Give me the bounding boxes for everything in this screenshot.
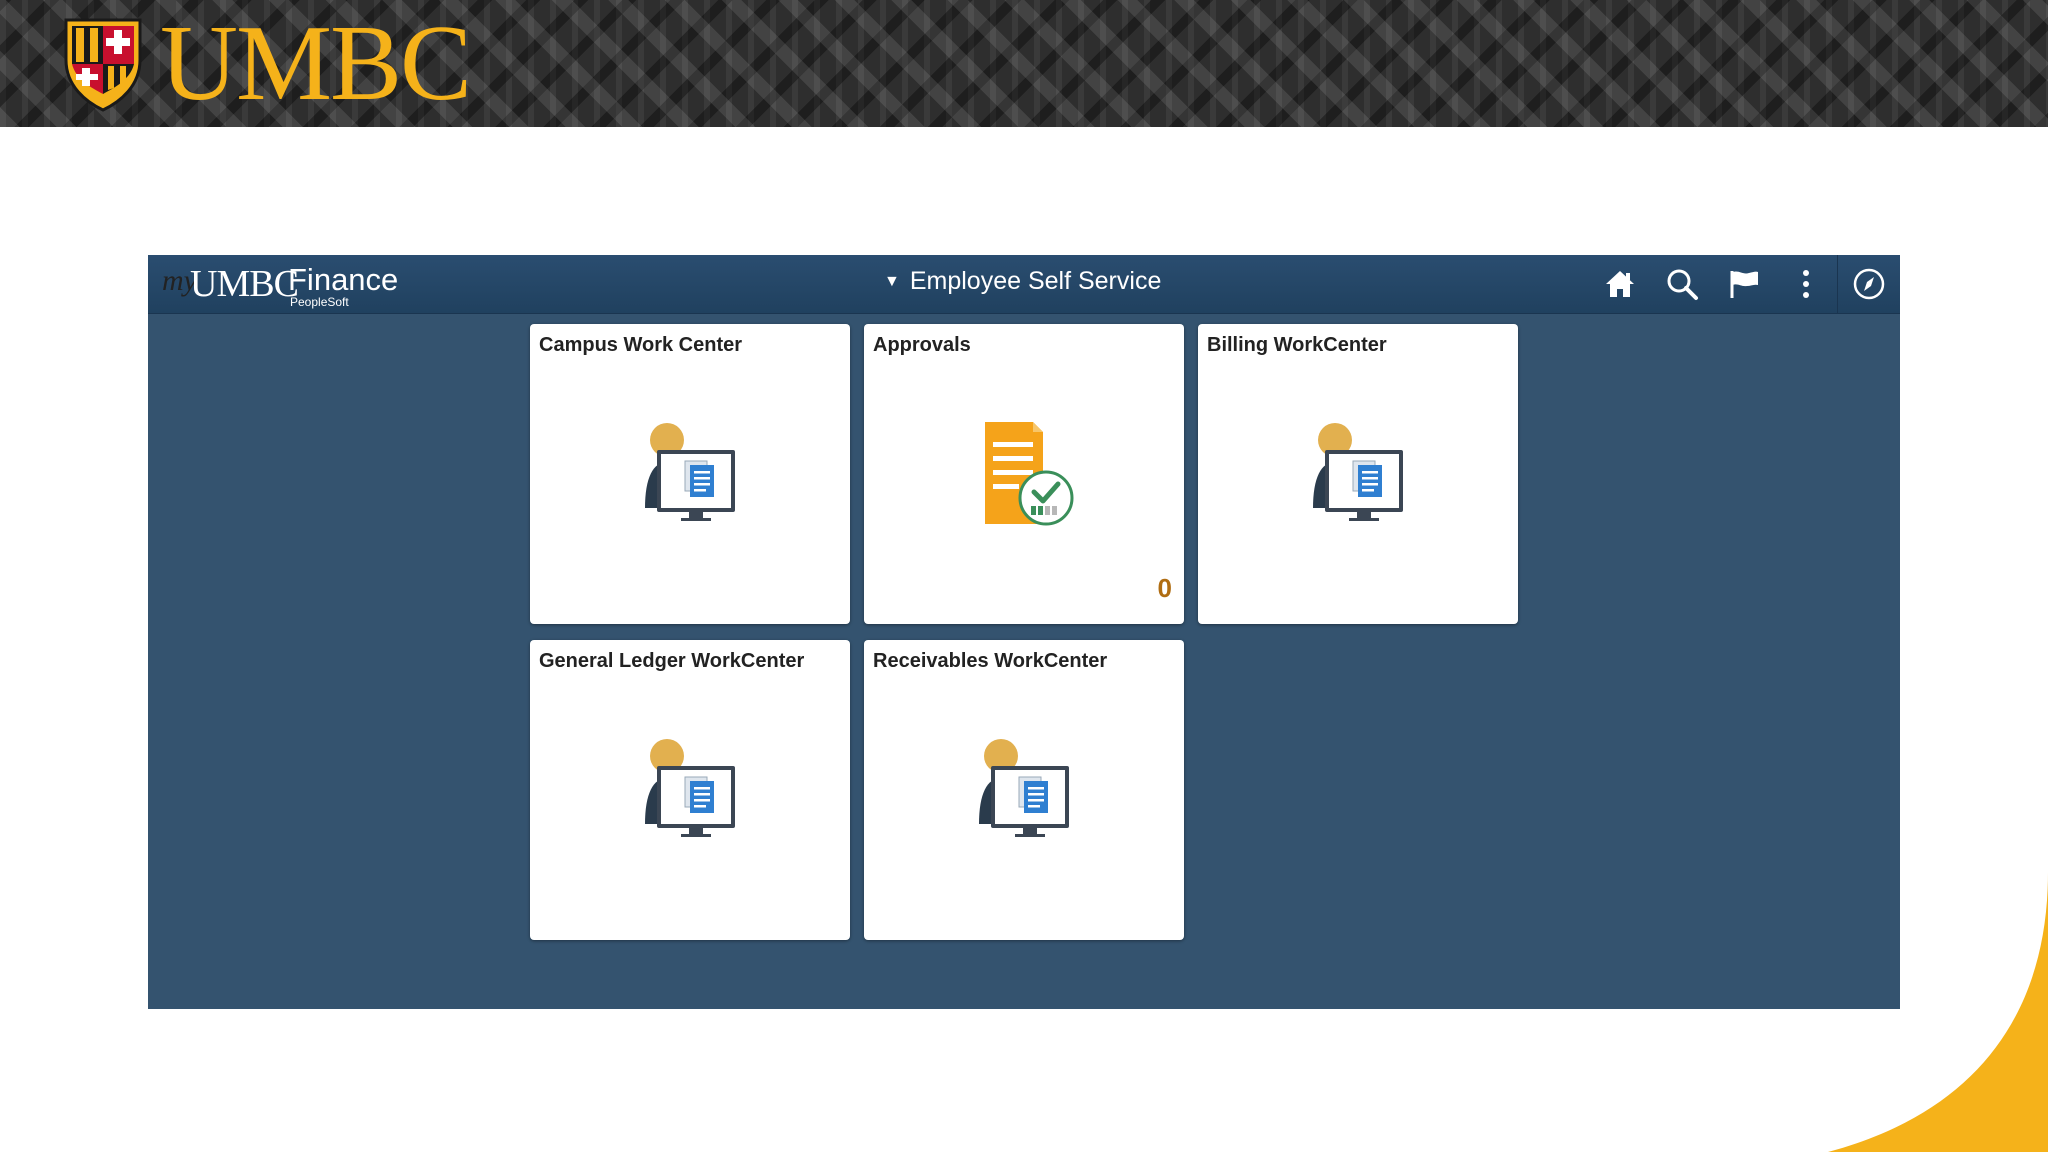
homepage-title: Employee Self Service	[909, 267, 1162, 295]
homepage-selector[interactable]: ▼ Employee Self Service	[884, 267, 1161, 296]
top-banner: UMBC	[0, 0, 2048, 127]
tile-general-ledger-workcenter[interactable]: General Ledger WorkCenter	[530, 640, 850, 940]
workcenter-person-monitor-icon	[645, 739, 735, 837]
search-icon	[1667, 269, 1698, 300]
brand-subtitle: PeopleSoft	[290, 295, 349, 309]
brand-name: UMBC	[190, 263, 299, 305]
caret-down-icon: ▼	[884, 272, 900, 290]
maryland-shield-icon	[64, 18, 142, 112]
finance-app-window: my UMBC Finance PeopleSoft ▼ Employee Se…	[148, 255, 1900, 1009]
tile-campus-work-center[interactable]: Campus Work Center	[530, 324, 850, 624]
compass-icon	[1853, 268, 1885, 300]
tile-approvals[interactable]: Approvals 0	[864, 324, 1184, 624]
tile-title: Campus Work Center	[539, 334, 743, 356]
approval-document-check-icon	[985, 422, 1074, 526]
umbc-logo: UMBC	[62, 4, 472, 123]
flag-icon	[1730, 271, 1758, 298]
more-vertical-icon	[1803, 270, 1809, 298]
navigator-button[interactable]	[1838, 255, 1900, 313]
approvals-count: 0	[1157, 573, 1172, 603]
home-button[interactable]	[1589, 255, 1651, 313]
tile-title: Approvals	[873, 334, 971, 356]
tile-title: Receivables WorkCenter	[873, 650, 1108, 672]
app-header: my UMBC Finance PeopleSoft ▼ Employee Se…	[148, 255, 1900, 314]
tile-billing-workcenter[interactable]: Billing WorkCenter	[1198, 324, 1518, 624]
home-icon	[1606, 271, 1634, 297]
actions-menu-button[interactable]	[1775, 255, 1837, 313]
workcenter-person-monitor-icon	[645, 423, 735, 521]
notifications-button[interactable]	[1713, 255, 1775, 313]
workcenter-person-monitor-icon	[979, 739, 1069, 837]
search-button[interactable]	[1651, 255, 1713, 313]
umbc-wordmark: UMBC	[160, 4, 472, 123]
tile-receivables-workcenter[interactable]: Receivables WorkCenter	[864, 640, 1184, 940]
brand-product: Finance	[288, 262, 399, 297]
header-actions	[1589, 255, 1900, 313]
tile-title: General Ledger WorkCenter	[539, 650, 805, 672]
tile-title: Billing WorkCenter	[1207, 334, 1387, 356]
workcenter-person-monitor-icon	[1313, 423, 1403, 521]
